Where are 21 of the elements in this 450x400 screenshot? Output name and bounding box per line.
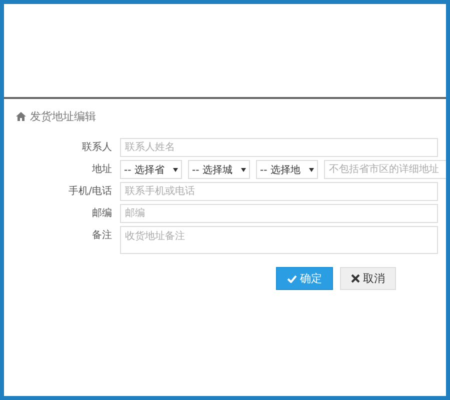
- field-label: 联系人: [81, 140, 112, 155]
- field-label: 备注: [91, 228, 112, 243]
- input-field[interactable]: 联系手机或电话: [120, 182, 438, 201]
- check-icon: [287, 274, 297, 282]
- select-field[interactable]: -- 选择城: [188, 160, 250, 179]
- caret-icon: [241, 168, 246, 172]
- field-label: 手机/电话: [68, 184, 112, 199]
- select-field[interactable]: -- 选择地: [256, 160, 318, 179]
- textarea-field[interactable]: 收货地址备注: [120, 226, 438, 254]
- caret-icon: [309, 168, 314, 172]
- cancel-button[interactable]: 取消: [340, 267, 396, 290]
- home-icon: [16, 112, 26, 121]
- field-label: 地址: [91, 162, 112, 177]
- input-field[interactable]: 邮编: [120, 204, 438, 223]
- field-label: 邮编: [91, 206, 112, 221]
- panel-title: 发货地址编辑: [30, 109, 96, 124]
- input-field[interactable]: 不包括省市区的详细地址: [324, 160, 446, 179]
- caret-icon: [173, 168, 178, 172]
- close-icon: [351, 274, 360, 283]
- input-field[interactable]: 联系人姓名: [120, 138, 438, 157]
- select-field[interactable]: -- 选择省: [120, 160, 182, 179]
